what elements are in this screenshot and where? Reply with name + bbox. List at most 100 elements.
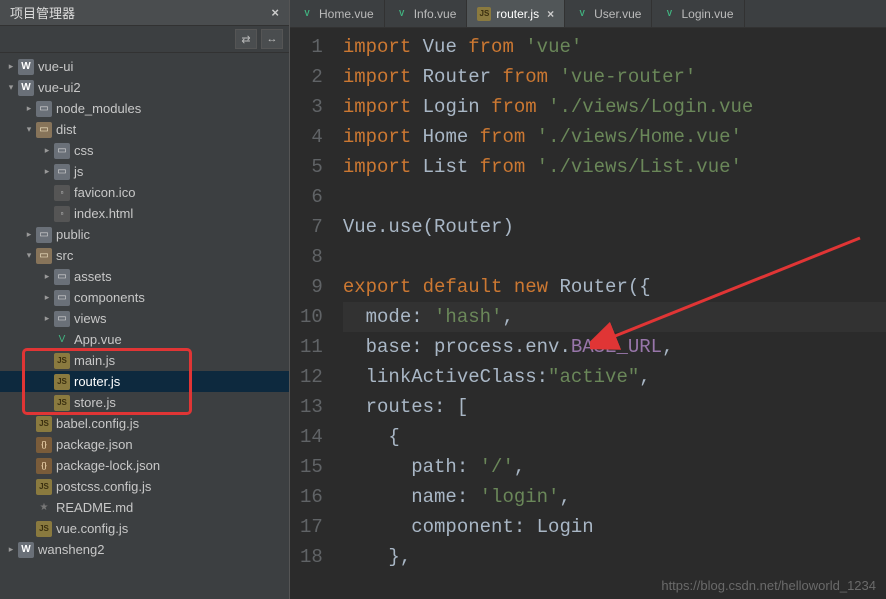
- tree-item[interactable]: ▸▭views: [0, 308, 289, 329]
- tree-item-label: dist: [56, 122, 76, 137]
- code-line[interactable]: export default new Router({: [343, 272, 886, 302]
- editor-tab[interactable]: V Login.vue: [652, 0, 744, 27]
- tree-item[interactable]: ▸▭node_modules: [0, 98, 289, 119]
- js-icon: JS: [54, 374, 70, 390]
- folder-open-icon: ▭: [36, 122, 52, 138]
- sidebar-title: 项目管理器: [6, 3, 267, 22]
- toolbar-collapse-icon[interactable]: ↔: [261, 29, 283, 49]
- tree-item[interactable]: ▸Wwansheng2: [0, 539, 289, 560]
- code-line[interactable]: import Vue from 'vue': [343, 32, 886, 62]
- tree-item[interactable]: JSbabel.config.js: [0, 413, 289, 434]
- tree-item[interactable]: {}package.json: [0, 434, 289, 455]
- tree-item-label: postcss.config.js: [56, 479, 151, 494]
- expand-arrow-icon[interactable]: ▸: [40, 271, 54, 282]
- tree-item[interactable]: ▸▭components: [0, 287, 289, 308]
- tree-item-label: src: [56, 248, 73, 263]
- expand-arrow-icon[interactable]: ▸: [22, 103, 36, 114]
- tree-item[interactable]: ▸▭js: [0, 161, 289, 182]
- tree-item[interactable]: ▸Wvue-ui: [0, 56, 289, 77]
- code-content[interactable]: import Vue from 'vue'import Router from …: [335, 28, 886, 599]
- editor-tabs: VHome.vueVInfo.vueJSrouter.js×VUser.vueV…: [290, 0, 886, 28]
- code-area[interactable]: 123456789101112131415161718 import Vue f…: [290, 28, 886, 599]
- js-icon: JS: [36, 416, 52, 432]
- expand-arrow-icon[interactable]: ▸: [22, 229, 36, 240]
- folder-icon: ▭: [36, 227, 52, 243]
- editor-tab[interactable]: VInfo.vue: [385, 0, 468, 27]
- project-sidebar: 项目管理器 × ⇄ ↔ ▸Wvue-ui▾Wvue-ui2▸▭node_modu…: [0, 0, 290, 599]
- expand-arrow-icon[interactable]: ▸: [40, 166, 54, 177]
- tab-label: Home.vue: [319, 7, 374, 21]
- tree-item[interactable]: ★ README.md: [0, 497, 289, 518]
- editor-tab[interactable]: JSrouter.js×: [467, 0, 565, 27]
- tree-item-label: package-lock.json: [56, 458, 160, 473]
- expand-arrow-icon[interactable]: ▾: [4, 82, 18, 93]
- tree-item[interactable]: JSvue.config.js: [0, 518, 289, 539]
- line-number: 1: [300, 32, 323, 62]
- code-line[interactable]: name: 'login',: [343, 482, 886, 512]
- editor-tab[interactable]: V Home.vue: [290, 0, 385, 27]
- tree-item[interactable]: V App.vue: [0, 329, 289, 350]
- code-line[interactable]: import List from './views/List.vue': [343, 152, 886, 182]
- vue-icon: V: [300, 7, 314, 21]
- tree-item[interactable]: ▫favicon.ico: [0, 182, 289, 203]
- code-line[interactable]: base: process.env.BASE_URL,: [343, 332, 886, 362]
- expand-arrow-icon[interactable]: ▸: [40, 292, 54, 303]
- tree-item[interactable]: JS router.js: [0, 371, 289, 392]
- tree-item[interactable]: ▾▭ dist: [0, 119, 289, 140]
- expand-arrow-icon[interactable]: ▾: [22, 250, 36, 261]
- vue-icon: V: [54, 332, 70, 348]
- code-line[interactable]: import Login from './views/Login.vue: [343, 92, 886, 122]
- expand-arrow-icon[interactable]: ▸: [40, 313, 54, 324]
- code-line[interactable]: [343, 242, 886, 272]
- line-number: 11: [300, 332, 323, 362]
- line-number: 2: [300, 62, 323, 92]
- tree-item[interactable]: ▾Wvue-ui2: [0, 77, 289, 98]
- star-icon: ★: [36, 500, 52, 516]
- vue-icon: V: [662, 7, 676, 21]
- code-line[interactable]: mode: 'hash',: [343, 302, 886, 332]
- tree-item[interactable]: JSmain.js: [0, 350, 289, 371]
- file-icon: ▫: [54, 185, 70, 201]
- w-icon: W: [18, 59, 34, 75]
- toolbar-sync-icon[interactable]: ⇄: [235, 29, 257, 49]
- project-tree[interactable]: ▸Wvue-ui▾Wvue-ui2▸▭node_modules▾▭dist▸▭c…: [0, 53, 289, 599]
- tree-item[interactable]: ▸▭public: [0, 224, 289, 245]
- tree-item[interactable]: ▾▭ src: [0, 245, 289, 266]
- sidebar-close-icon[interactable]: ×: [267, 5, 283, 20]
- code-line[interactable]: Vue.use(Router): [343, 212, 886, 242]
- tab-close-icon[interactable]: ×: [547, 7, 554, 21]
- code-line[interactable]: {: [343, 422, 886, 452]
- code-editor: VHome.vueVInfo.vueJSrouter.js×VUser.vueV…: [290, 0, 886, 599]
- code-line[interactable]: [343, 182, 886, 212]
- code-line[interactable]: import Router from 'vue-router': [343, 62, 886, 92]
- line-number: 3: [300, 92, 323, 122]
- folder-icon: ▭: [54, 311, 70, 327]
- expand-arrow-icon[interactable]: ▾: [22, 124, 36, 135]
- tab-label: Login.vue: [681, 7, 733, 21]
- json-icon: {}: [36, 458, 52, 474]
- expand-arrow-icon[interactable]: ▸: [4, 544, 18, 555]
- code-line[interactable]: },: [343, 542, 886, 572]
- code-line[interactable]: component: Login: [343, 512, 886, 542]
- tree-item-label: README.md: [56, 500, 133, 515]
- folder-open-icon: ▭: [36, 248, 52, 264]
- tab-label: router.js: [496, 7, 539, 21]
- expand-arrow-icon[interactable]: ▸: [4, 61, 18, 72]
- tree-item[interactable]: ▸▭assets: [0, 266, 289, 287]
- tree-item-label: vue-ui: [38, 59, 73, 74]
- code-line[interactable]: routes: [: [343, 392, 886, 422]
- tree-item-label: router.js: [74, 374, 120, 389]
- tree-item[interactable]: JSpostcss.config.js: [0, 476, 289, 497]
- code-line[interactable]: path: '/',: [343, 452, 886, 482]
- tree-item-label: App.vue: [74, 332, 122, 347]
- line-number: 18: [300, 542, 323, 572]
- tree-item[interactable]: {} package-lock.json: [0, 455, 289, 476]
- code-line[interactable]: linkActiveClass:"active",: [343, 362, 886, 392]
- tree-item[interactable]: ▫index.html: [0, 203, 289, 224]
- editor-tab[interactable]: VUser.vue: [565, 0, 652, 27]
- tree-item[interactable]: JSstore.js: [0, 392, 289, 413]
- expand-arrow-icon[interactable]: ▸: [40, 145, 54, 156]
- code-line[interactable]: import Home from './views/Home.vue': [343, 122, 886, 152]
- tree-item[interactable]: ▸▭css: [0, 140, 289, 161]
- tree-item-label: components: [74, 290, 145, 305]
